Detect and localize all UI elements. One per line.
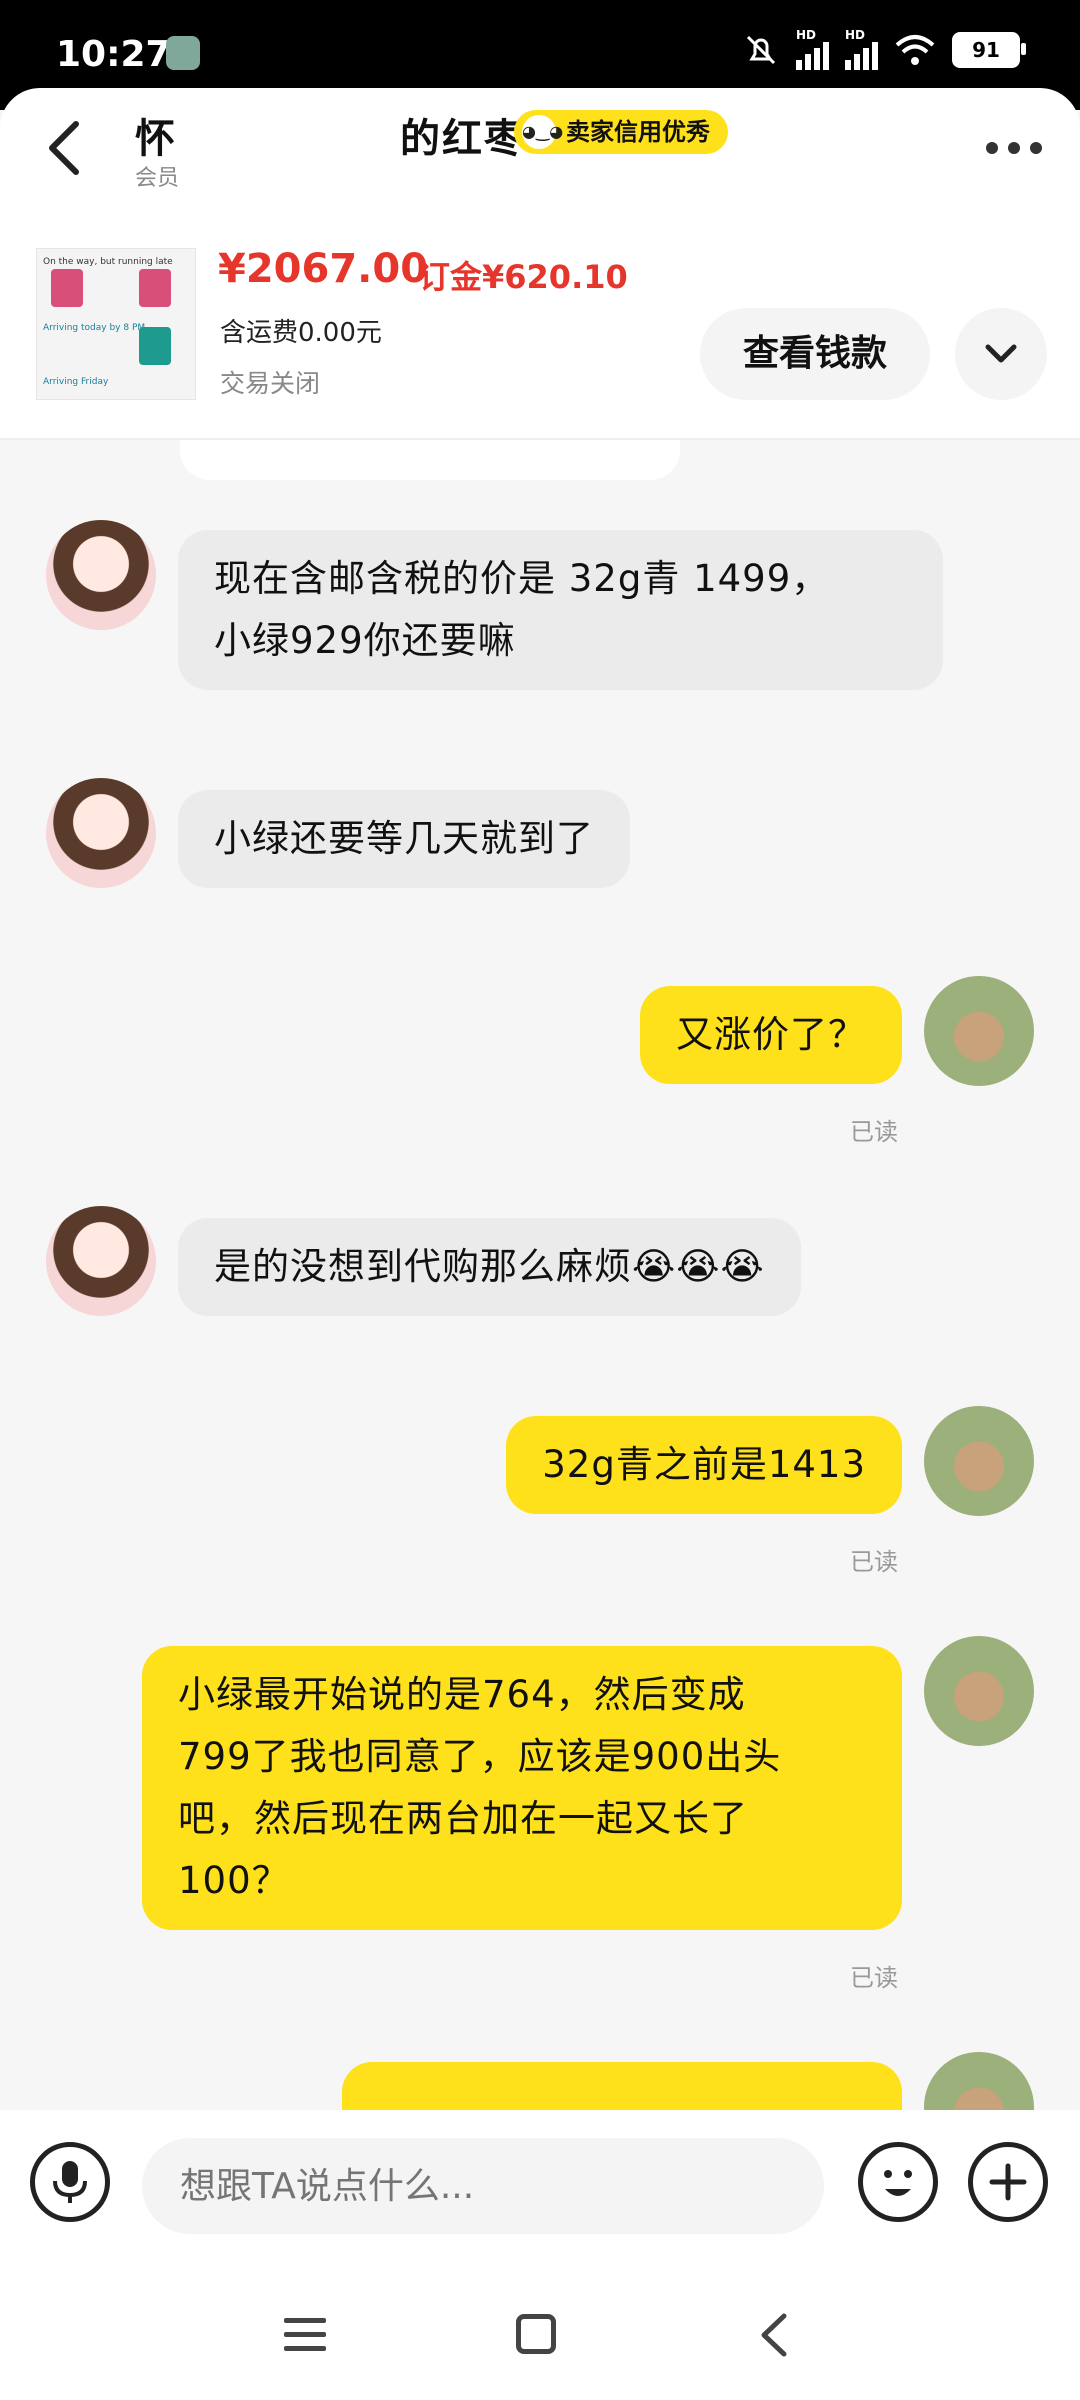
chat-area[interactable]: 现在含邮含税的价是 32g青 1499， 小绿929你还要嘛 小绿还要等几天就到… — [0, 440, 1080, 2110]
message-bubble[interactable]: 又涨价了？ — [640, 986, 902, 1084]
message-input[interactable] — [142, 2138, 824, 2234]
message-bubble[interactable]: 小绿还要等几天就到了 — [178, 790, 630, 888]
menu-icon[interactable] — [284, 2318, 326, 2354]
seller-avatar[interactable] — [46, 778, 156, 888]
message-bubble[interactable] — [342, 2062, 902, 2110]
plus-icon — [989, 2163, 1027, 2201]
emoji-button[interactable] — [858, 2142, 938, 2222]
trade-status: 交易关闭 — [220, 369, 321, 398]
back-arrow-icon[interactable] — [44, 118, 84, 178]
shipping-fee: 含运费0.00元 — [220, 318, 382, 348]
user-avatar[interactable] — [924, 1636, 1034, 1746]
member-label: 会员 — [135, 166, 180, 191]
chevron-down-icon — [985, 344, 1017, 363]
plus-button[interactable] — [968, 2142, 1048, 2222]
smiley-icon — [884, 2170, 912, 2196]
message-bubble[interactable]: 小绿最开始说的是764，然后变成 799了我也同意了，应该是900出头 吧，然后… — [142, 1646, 902, 1930]
expand-button[interactable] — [955, 308, 1047, 400]
user-avatar[interactable] — [924, 976, 1034, 1086]
app-notification-icon — [166, 36, 200, 70]
partial-message — [180, 440, 680, 480]
mute-bell-icon — [746, 35, 776, 65]
signal-2-icon: HD — [845, 28, 878, 70]
home-square-icon[interactable] — [516, 2314, 556, 2354]
microphone-icon — [53, 2161, 87, 2203]
seller-credit-badge[interactable]: ◕‿◕ 卖家信用优秀 — [514, 110, 728, 154]
product-thumbnail[interactable]: On the way, but running late Arriving to… — [36, 248, 196, 400]
status-time: 10:27 — [56, 34, 171, 75]
user-avatar[interactable] — [924, 1406, 1034, 1516]
wifi-icon — [895, 35, 935, 65]
message-bubble[interactable]: 现在含邮含税的价是 32g青 1499， 小绿929你还要嘛 — [178, 530, 943, 690]
message-bubble[interactable]: 是的没想到代购那么麻烦😭😭😭 — [178, 1218, 801, 1316]
redacted-name — [181, 125, 396, 170]
message-bubble[interactable]: 32g青之前是1413 — [506, 1416, 902, 1514]
nav-back-icon[interactable] — [754, 2310, 794, 2360]
read-status: 已读 — [850, 1118, 898, 1146]
signal-1-icon: HD — [796, 28, 829, 70]
seller-avatar[interactable] — [46, 1206, 156, 1316]
page-title: 怀的红枣 — [135, 106, 526, 170]
user-avatar[interactable] — [924, 2052, 1034, 2110]
status-icons: HD HD 91 — [742, 28, 1026, 70]
smile-face-icon: ◕‿◕ — [522, 115, 563, 149]
view-payment-button[interactable]: 查看钱款 — [700, 308, 930, 400]
battery-icon: 91 — [952, 32, 1026, 68]
read-status: 已读 — [850, 1964, 898, 1992]
product-price: ¥2067.00 — [218, 246, 429, 292]
seller-avatar[interactable] — [46, 520, 156, 630]
more-options-icon[interactable] — [986, 142, 1042, 154]
deposit-amount: 订金¥620.10 — [418, 258, 628, 296]
voice-button[interactable] — [30, 2142, 110, 2222]
read-status: 已读 — [850, 1548, 898, 1576]
